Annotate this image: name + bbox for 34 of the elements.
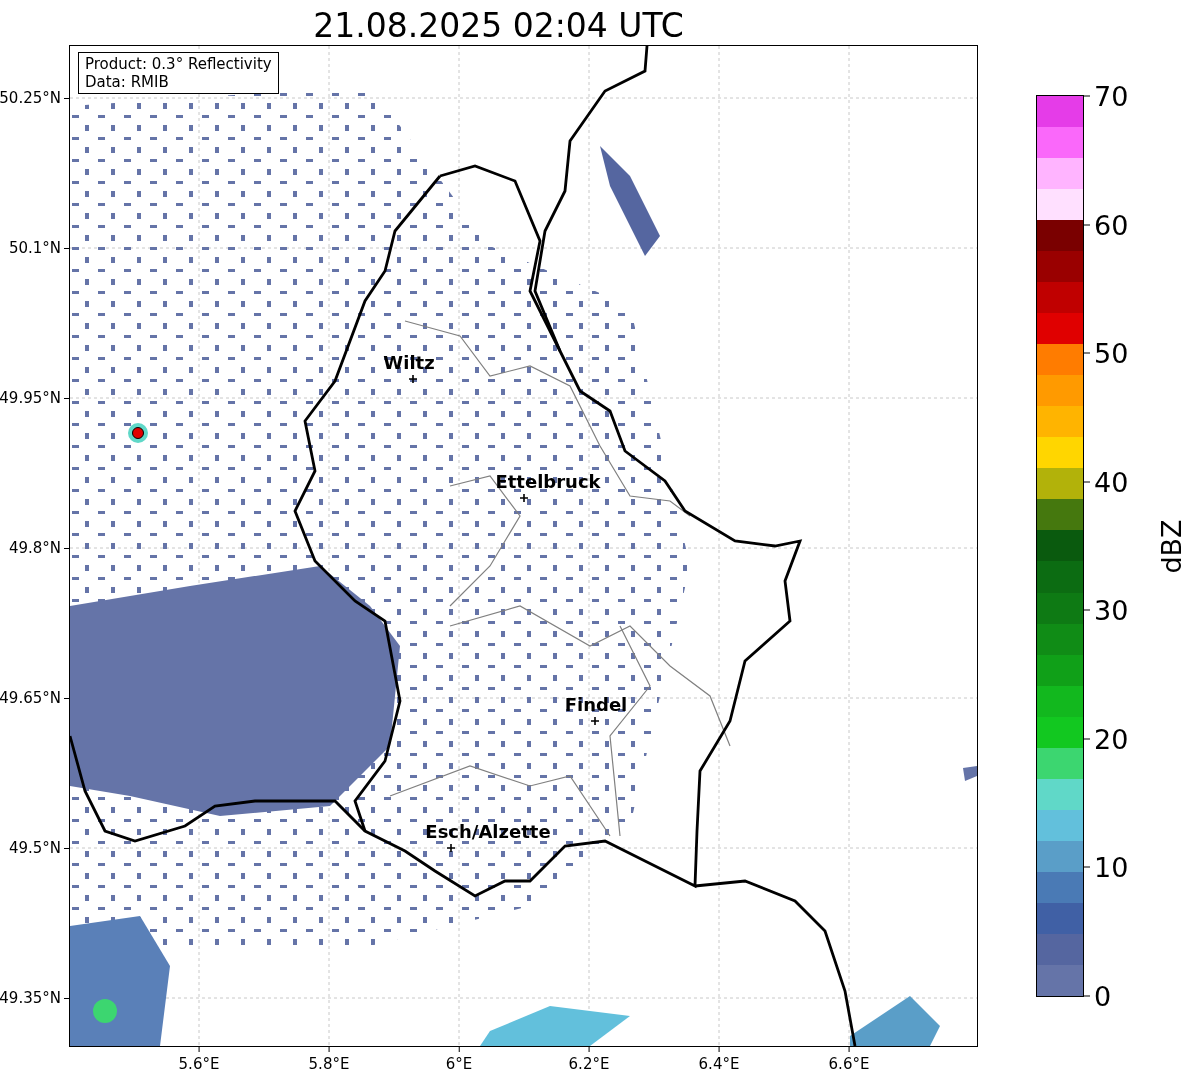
tick-label: 49.65°N: [0, 689, 61, 707]
tick-label: 49.5°N: [8, 839, 61, 857]
tick-label: 40: [1094, 466, 1129, 498]
tick-label: 49.8°N: [8, 539, 61, 557]
tick-label: 50.1°N: [8, 239, 61, 257]
city-label: Findel: [564, 694, 628, 715]
tick-label: 5.8°E: [308, 1055, 350, 1073]
city-marker-icon: [447, 844, 455, 852]
legend-text: Data: RMIB: [85, 73, 170, 91]
tick-label: 50.25°N: [0, 89, 61, 107]
tick-label: 60: [1094, 209, 1129, 241]
tick-label: 50: [1094, 337, 1129, 369]
tick-label: 49.35°N: [0, 989, 61, 1007]
tick-label: 6.2°E: [568, 1055, 610, 1073]
city-marker-icon: [409, 375, 417, 383]
city-marker-icon: [591, 717, 599, 725]
tick-label: 70: [1094, 80, 1129, 112]
tick-label: 20: [1094, 723, 1129, 755]
city-label: Wiltz: [383, 352, 435, 373]
city-marker-icon: [520, 494, 528, 502]
tick-label: 10: [1094, 851, 1129, 883]
tick-label: 6.6°E: [828, 1055, 870, 1073]
tick-label: 49.95°N: [0, 389, 61, 407]
tick-label: 5.6°E: [178, 1055, 220, 1073]
legend-text: Product: 0.3° Reflectivity: [85, 55, 272, 73]
figure-title: 21.08.2025 02:04 UTC: [312, 5, 685, 45]
tick-label: 30: [1094, 594, 1129, 626]
tick-label: 6.4°E: [698, 1055, 740, 1073]
tick-label: 6°E: [445, 1055, 473, 1073]
city-label: Esch/Alzette: [425, 821, 551, 842]
city-label: Ettelbruck: [495, 471, 601, 492]
tick-label: 0: [1094, 980, 1112, 1012]
radar-site-icon: [132, 427, 144, 439]
colorbar-label: dBZ: [1155, 518, 1184, 574]
